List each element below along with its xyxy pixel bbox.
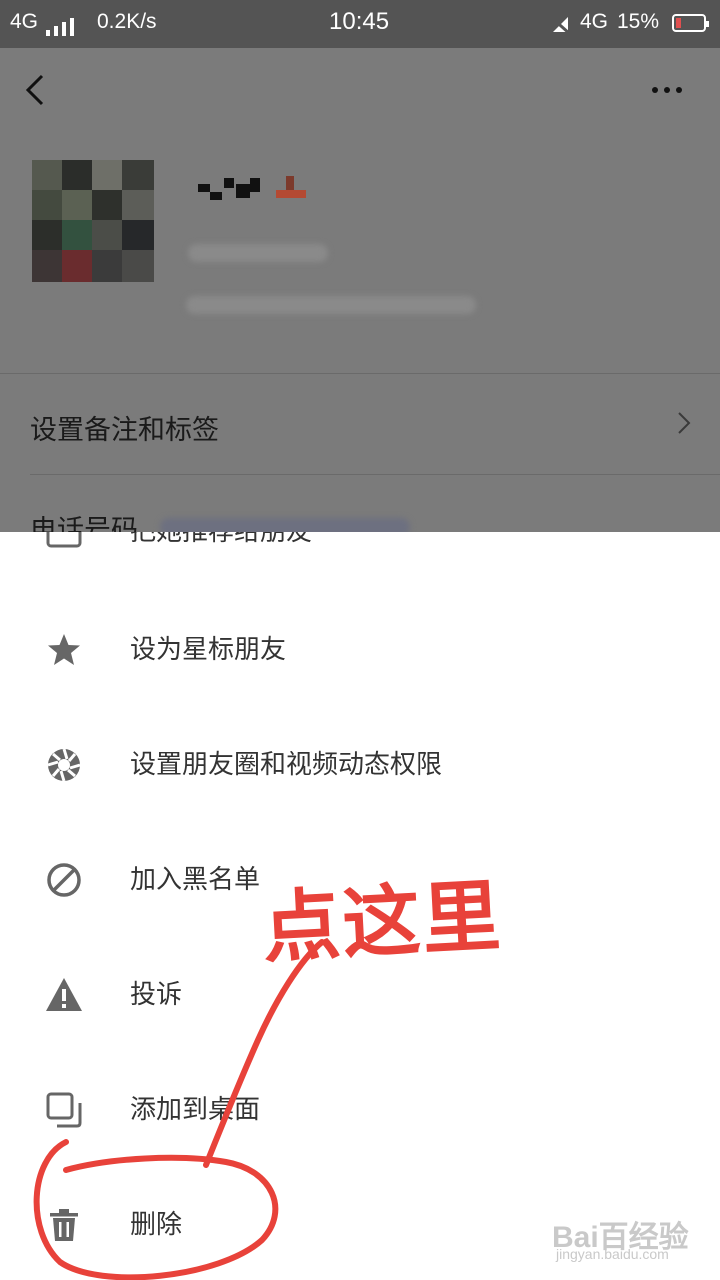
phone-number-row[interactable]: 电话号码: [30, 508, 138, 532]
battery-percent: 15%: [617, 10, 660, 33]
back-arrow-icon[interactable]: [20, 70, 50, 110]
add-desktop-icon: [46, 1092, 82, 1128]
add-to-desktop-item[interactable]: 添加到桌面: [0, 1053, 720, 1167]
avatar[interactable]: [32, 160, 154, 282]
watermark-url: jingyan.baidu.com: [556, 1246, 669, 1262]
contact-id-blurred: [188, 244, 328, 262]
add-to-desktop-label: 添加到桌面: [130, 1095, 261, 1125]
battery-icon: [672, 14, 709, 32]
moments-permission-label: 设置朋友圈和视频动态权限: [130, 750, 443, 780]
contact-name-blurred: [198, 176, 306, 200]
row-divider: [30, 474, 720, 475]
silent-icon: [551, 16, 571, 36]
add-to-blacklist-label: 加入黑名单: [130, 865, 261, 895]
annotation-text: 点这里: [260, 871, 505, 975]
remark-and-tags-row[interactable]: 设置备注和标签: [30, 408, 219, 447]
chevron-right-icon: [678, 412, 691, 434]
network-speed: 0.2K/s: [97, 10, 157, 33]
trash-icon: [50, 1209, 78, 1241]
delete-label: 删除: [130, 1210, 183, 1240]
contact-region-blurred: [186, 296, 476, 314]
contact-profile-background: 设置备注和标签 电话号码: [0, 48, 720, 532]
block-icon: [47, 863, 81, 897]
warning-icon: [46, 978, 82, 1011]
network-type-left: 4G: [10, 10, 39, 33]
share-card-icon: [46, 532, 82, 548]
star-icon: [48, 634, 80, 665]
set-star-friend-label: 设为星标朋友: [130, 635, 287, 665]
section-divider: [0, 373, 720, 374]
moments-icon: [47, 748, 81, 782]
clock: 10:45: [329, 8, 390, 35]
moments-permission-item[interactable]: 设置朋友圈和视频动态权限: [0, 708, 720, 822]
status-bar: 4G 0.2K/s 10:45 4G 15%: [0, 0, 720, 48]
recommend-to-friend-label: 把她推荐给朋友: [130, 532, 313, 547]
complain-label: 投诉: [130, 980, 183, 1010]
phone-number-blurred: [160, 518, 410, 532]
network-type-right: 4G: [580, 10, 609, 33]
more-icon[interactable]: [646, 78, 688, 102]
set-star-friend-item[interactable]: 设为星标朋友: [0, 593, 720, 707]
recommend-to-friend-item[interactable]: 把她推荐给朋友: [0, 532, 720, 589]
signal-icon: [46, 16, 86, 36]
